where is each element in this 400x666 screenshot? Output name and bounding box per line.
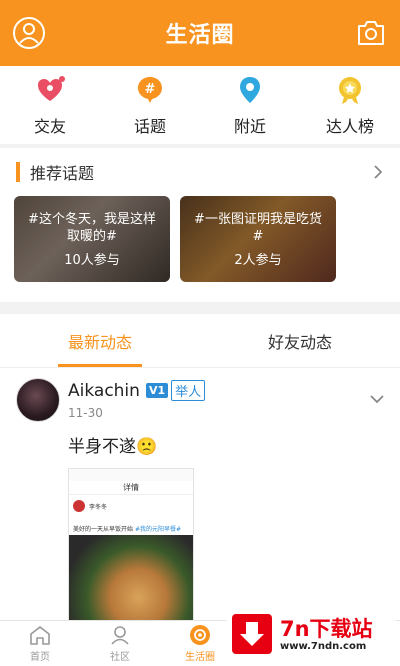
chevron-right-icon[interactable] [372,164,384,180]
medal-icon [339,77,361,104]
quicknav-friends[interactable]: 交友 [0,66,100,144]
image-user-row: 李冬冬 [69,495,193,517]
chevron-down-icon[interactable] [370,394,384,404]
section-marker [16,162,20,182]
watermark-main: 7n下载站 [280,616,373,641]
life-circle-icon [190,625,210,645]
quicknav-label: 交友 [33,117,66,136]
section-title: 推荐话题 [30,164,95,183]
page-title: 生活圈 [165,23,235,48]
post-text: 半身不遂🙁 [68,437,158,457]
image-caption: 美好的一天从早饭开始 [73,525,134,533]
vip-level-badge: V1 [145,383,169,398]
topic-card[interactable]: #一张图证明我是吃货# 2人参与 [180,196,336,282]
app-screen: 生活圈 交友 # 话题 附近 达人榜 推荐话题 #这个冬天，我是这样取暖的# 1… [0,0,400,666]
bottom-nav-label: 首页 [30,652,50,663]
topic-title: #这个冬天，我是这样取暖的# [28,211,156,244]
image-nav-title: 详情 [69,481,193,495]
heart-icon [38,76,65,101]
tab-friends[interactable]: 好友动态 [200,314,400,367]
location-pin-icon [240,77,260,103]
quicknav-label: 附近 [233,117,266,136]
tab-latest[interactable]: 最新动态 [0,314,200,367]
watermark-url: www.7ndn.com [280,640,367,652]
image-tag: #我的元阳早餐# [135,525,182,533]
post-time: 11-30 [68,406,103,420]
quicknav-nearby[interactable]: 附近 [200,66,300,144]
image-user-avatar [73,500,85,512]
topic-participants: 2人参与 [234,252,282,268]
watermark-text: 7n下载站 www.7ndn.com [280,617,373,652]
recommended-topics-section: 推荐话题 #这个冬天，我是这样取暖的# 10人参与 #一张图证明我是吃货# 2人… [0,148,400,302]
bottom-nav-community[interactable]: 社区 [80,621,160,666]
bottom-nav-label: 社区 [110,652,130,663]
quicknav-talent-ranking[interactable]: 达人榜 [300,66,400,144]
quicknav-label: 话题 [133,117,166,136]
rank-badge: 举人 [171,380,206,401]
avatar[interactable] [16,378,60,422]
topic-title: #一张图证明我是吃货# [194,211,322,244]
feed-post: Aikachin V1 举人 11-30 半身不遂🙁 详情 李冬冬 美好的一天从… [0,368,400,620]
recommended-topics-header[interactable]: 推荐话题 [0,148,400,196]
bottom-nav-home[interactable]: 首页 [0,621,80,666]
download-arrow-icon [240,622,264,646]
food-photo [69,535,193,620]
community-icon [111,626,129,645]
svg-text:#: # [145,82,156,97]
hashtag-icon: # [138,77,162,103]
image-status-bar [69,469,193,481]
image-user-name: 李冬冬 [89,503,108,511]
quicknav-topics[interactable]: # 话题 [100,66,200,144]
post-image[interactable]: 详情 李冬冬 美好的一天从早饭开始 #我的元阳早餐# [68,468,194,620]
author-name[interactable]: Aikachin [68,381,140,401]
topic-card[interactable]: #这个冬天，我是这样取暖的# 10人参与 [14,196,170,282]
post-author: Aikachin V1 举人 [68,380,206,401]
user-profile-icon[interactable] [12,16,46,50]
home-icon [30,626,50,645]
top-bar: 生活圈 [0,0,400,66]
quick-nav: 交友 # 话题 附近 达人榜 [0,66,400,144]
download-logo-icon [232,614,272,654]
bottom-nav-label: 生活圈 [185,652,215,663]
topic-cards: #这个冬天，我是这样取暖的# 10人参与 #一张图证明我是吃货# 2人参与 [0,196,400,282]
camera-icon[interactable] [356,19,386,47]
feed-section: 最新动态 好友动态 Aikachin V1 举人 11-30 半身不遂🙁 详情 … [0,314,400,620]
feed-tabs: 最新动态 好友动态 [0,314,400,368]
site-watermark: 7n下载站 www.7ndn.com [226,604,396,664]
topic-participants: 10人参与 [64,252,120,268]
quicknav-label: 达人榜 [325,117,374,136]
